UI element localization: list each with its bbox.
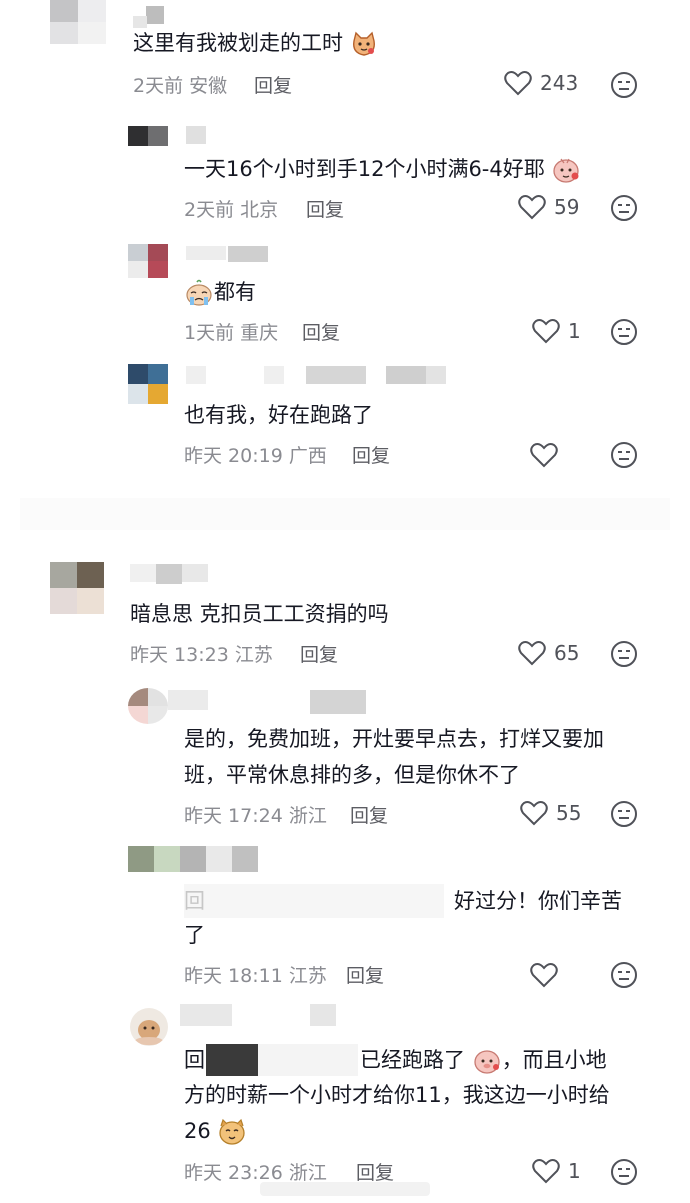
avatar[interactable]: [128, 846, 258, 872]
pig-emoji-icon: [553, 158, 580, 183]
heart-icon: [532, 319, 560, 344]
comment-text: 这里有我被划走的工时: [133, 26, 378, 61]
reply-button[interactable]: 回复: [300, 640, 338, 667]
like-button[interactable]: 65: [518, 640, 579, 666]
like-button[interactable]: 55: [520, 800, 581, 826]
like-count: 1: [568, 1159, 581, 1183]
username-redacted: [386, 366, 426, 384]
comment-text: 一天16个小时到手12个小时满6-4好耶: [184, 152, 581, 187]
comment-meta: 昨天 17:24 浙江: [184, 805, 327, 827]
avatar[interactable]: [130, 1008, 168, 1046]
avatar[interactable]: [50, 0, 106, 44]
reply-button[interactable]: 回复: [306, 195, 344, 222]
dislike-icon[interactable]: [610, 194, 638, 222]
comment-text-prefix: 回: [184, 889, 205, 913]
avatar[interactable]: [128, 364, 168, 404]
reply-button[interactable]: 回复: [302, 318, 340, 345]
username-redacted: [130, 564, 156, 582]
comment-text-line: 26: [184, 1114, 247, 1149]
avatar[interactable]: [128, 244, 168, 278]
username-redacted: [310, 690, 366, 714]
comment-text: 也有我，好在跑路了: [184, 403, 373, 427]
comment-text: 回: [184, 1043, 205, 1078]
username-redacted: [258, 1044, 358, 1076]
like-button[interactable]: 243: [504, 70, 578, 96]
username-redacted: [426, 366, 446, 384]
heart-icon[interactable]: [530, 962, 558, 988]
reply-button[interactable]: 回复: [350, 801, 388, 828]
dislike-icon[interactable]: [610, 640, 638, 668]
username-redacted: [228, 246, 268, 262]
username-redacted: [156, 564, 182, 584]
reply-button[interactable]: 回复: [356, 1158, 394, 1185]
username-redacted: [186, 246, 226, 260]
comment-meta: 昨天 13:23 江苏: [130, 644, 273, 666]
username-redacted: [264, 366, 284, 384]
username-redacted: [168, 690, 208, 710]
dislike-icon[interactable]: [610, 1158, 638, 1186]
username-redacted: [186, 126, 206, 144]
heart-icon: [520, 801, 548, 826]
avatar[interactable]: [128, 126, 168, 146]
comment-text-line: 了: [184, 923, 205, 947]
like-count: 55: [556, 801, 582, 825]
comment-meta: 1天前 重庆: [184, 322, 279, 344]
heart-icon: [532, 1159, 560, 1184]
avatar[interactable]: [128, 688, 168, 724]
comment-text-line: 是的，免费加班，开灶要早点去，打烊又要加: [184, 727, 604, 751]
username-redacted: [180, 1004, 232, 1026]
pig-emoji-icon: [474, 1050, 500, 1074]
like-count: 1: [568, 319, 581, 343]
like-button[interactable]: 59: [518, 194, 579, 220]
username-redacted: [186, 366, 206, 384]
reply-button[interactable]: 回复: [352, 441, 390, 468]
comment-meta: 昨天 23:26 浙江: [184, 1162, 327, 1184]
comment-text-line: 班，平常休息排的多，但是你休不了: [184, 763, 520, 787]
username-redacted: [146, 6, 164, 24]
dislike-icon[interactable]: [610, 441, 638, 469]
watermark-strip: [260, 1182, 430, 1196]
reply-button[interactable]: 回复: [254, 71, 292, 98]
dislike-icon[interactable]: [610, 961, 638, 989]
like-count: 243: [540, 71, 579, 95]
dislike-icon[interactable]: [610, 800, 638, 828]
dislike-icon[interactable]: [610, 318, 638, 346]
username-redacted: [206, 1044, 258, 1076]
comment-meta: 昨天 18:11 江苏: [184, 965, 327, 987]
username-redacted: [310, 1004, 336, 1026]
comment-text-line: 方的时薪一个小时才给你11，我这边一小时给: [184, 1083, 610, 1107]
crying-emoji-icon: [186, 279, 212, 306]
dislike-icon[interactable]: [610, 71, 638, 99]
cat-emoji-icon: [352, 31, 375, 56]
like-count: 59: [554, 195, 580, 219]
username-redacted: [182, 564, 208, 582]
comment-text: 暗息思 克扣员工工资捐的吗: [130, 602, 389, 626]
heart-icon[interactable]: [530, 442, 558, 468]
username-redacted: [306, 366, 366, 384]
comment-meta: 2天前 安徽: [133, 75, 228, 97]
like-button[interactable]: 1: [532, 1158, 581, 1184]
dog-emoji-icon: [219, 1118, 246, 1145]
heart-icon: [504, 71, 532, 96]
heart-icon: [518, 641, 546, 666]
comment-text-line: 好过分！你们辛苦: [454, 889, 622, 913]
comment-text-line: 已经跑路了 ，而且小地: [360, 1043, 607, 1078]
avatar[interactable]: [50, 562, 104, 614]
watermark-band: [20, 498, 670, 530]
heart-icon: [518, 195, 546, 220]
avatar-image: [135, 1020, 163, 1045]
comment-text: 都有: [184, 275, 256, 310]
reply-button[interactable]: 回复: [346, 961, 384, 988]
like-button[interactable]: 1: [532, 318, 581, 344]
comment-meta: 昨天 20:19 广西: [184, 445, 327, 467]
like-count: 65: [554, 641, 580, 665]
comment-meta: 2天前 北京: [184, 199, 279, 221]
username-redacted: [184, 884, 444, 918]
reply-prefix: 回: [184, 1048, 205, 1072]
